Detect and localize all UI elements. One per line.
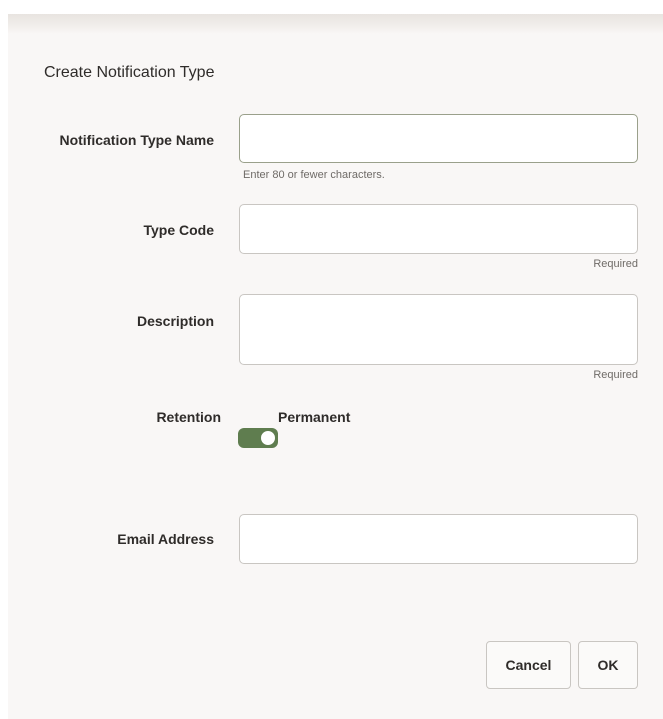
cancel-button[interactable]: Cancel [486, 641, 571, 689]
permanent-switch-label: Permanent [278, 409, 351, 425]
description-required-text: Required [593, 369, 638, 381]
email-address-input[interactable] [239, 514, 638, 564]
retention-label: Retention [156, 409, 221, 425]
toggle-knob [260, 430, 276, 446]
ok-button[interactable]: OK [578, 641, 638, 689]
type-code-label: Type Code [143, 222, 214, 238]
description-textarea[interactable] [239, 294, 638, 365]
notification-type-name-input[interactable] [239, 114, 638, 163]
email-address-label: Email Address [117, 531, 214, 547]
notification-type-name-label: Notification Type Name [59, 132, 214, 148]
dialog-header-strip [8, 14, 663, 34]
description-label: Description [136, 313, 214, 329]
type-code-input[interactable] [239, 204, 638, 254]
type-code-required-text: Required [593, 258, 638, 270]
permanent-toggle-switch[interactable] [238, 428, 278, 448]
notification-type-name-helper: Enter 80 or fewer characters. [243, 169, 385, 181]
dialog-title: Create Notification Type [44, 64, 215, 81]
create-notification-type-dialog: Create Notification Type Notification Ty… [8, 14, 663, 719]
